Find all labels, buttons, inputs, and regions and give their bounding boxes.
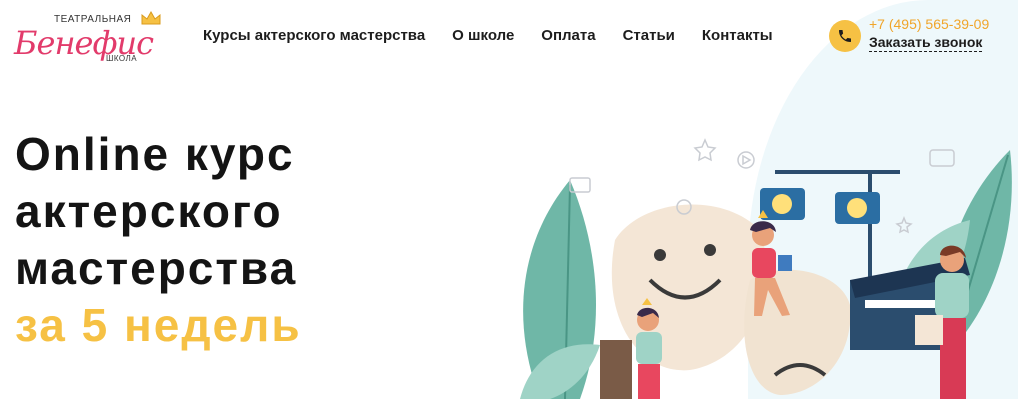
nav-item-payment[interactable]: Оплата [541,27,595,44]
hero-line-3: мастерства [15,242,298,294]
order-callback-link[interactable]: Заказать звонок [869,34,983,52]
hero-line-4: за 5 недель [15,299,302,351]
nav-item-courses[interactable]: Курсы актерского мастерства [203,27,425,44]
site-header: ТЕАТРАЛЬНАЯ Бенефис ШКОЛА Курсы актерско… [0,0,1018,78]
nav-item-about[interactable]: О школе [452,27,514,44]
phone-icon[interactable] [829,20,861,52]
nav-item-contacts[interactable]: Контакты [702,27,773,44]
theater-illustration [520,138,1012,399]
leaf-left-icon [520,180,600,399]
hero-line-2: актерского [15,185,283,237]
hero-title: Online курс актерского мастерства за 5 н… [15,126,302,354]
decor-play-icon [737,149,955,169]
nav-item-articles[interactable]: Статьи [623,27,675,44]
logo-bottom-text: ШКОЛА [106,54,138,63]
main-nav: Курсы актерского мастерства О школе Опла… [203,27,800,44]
phone-number-link[interactable]: +7 (495) 565-39-09 [869,16,989,32]
school-logo[interactable]: ТЕАТРАЛЬНАЯ Бенефис ШКОЛА [14,10,164,68]
hero-line-1: Online курс [15,128,295,180]
